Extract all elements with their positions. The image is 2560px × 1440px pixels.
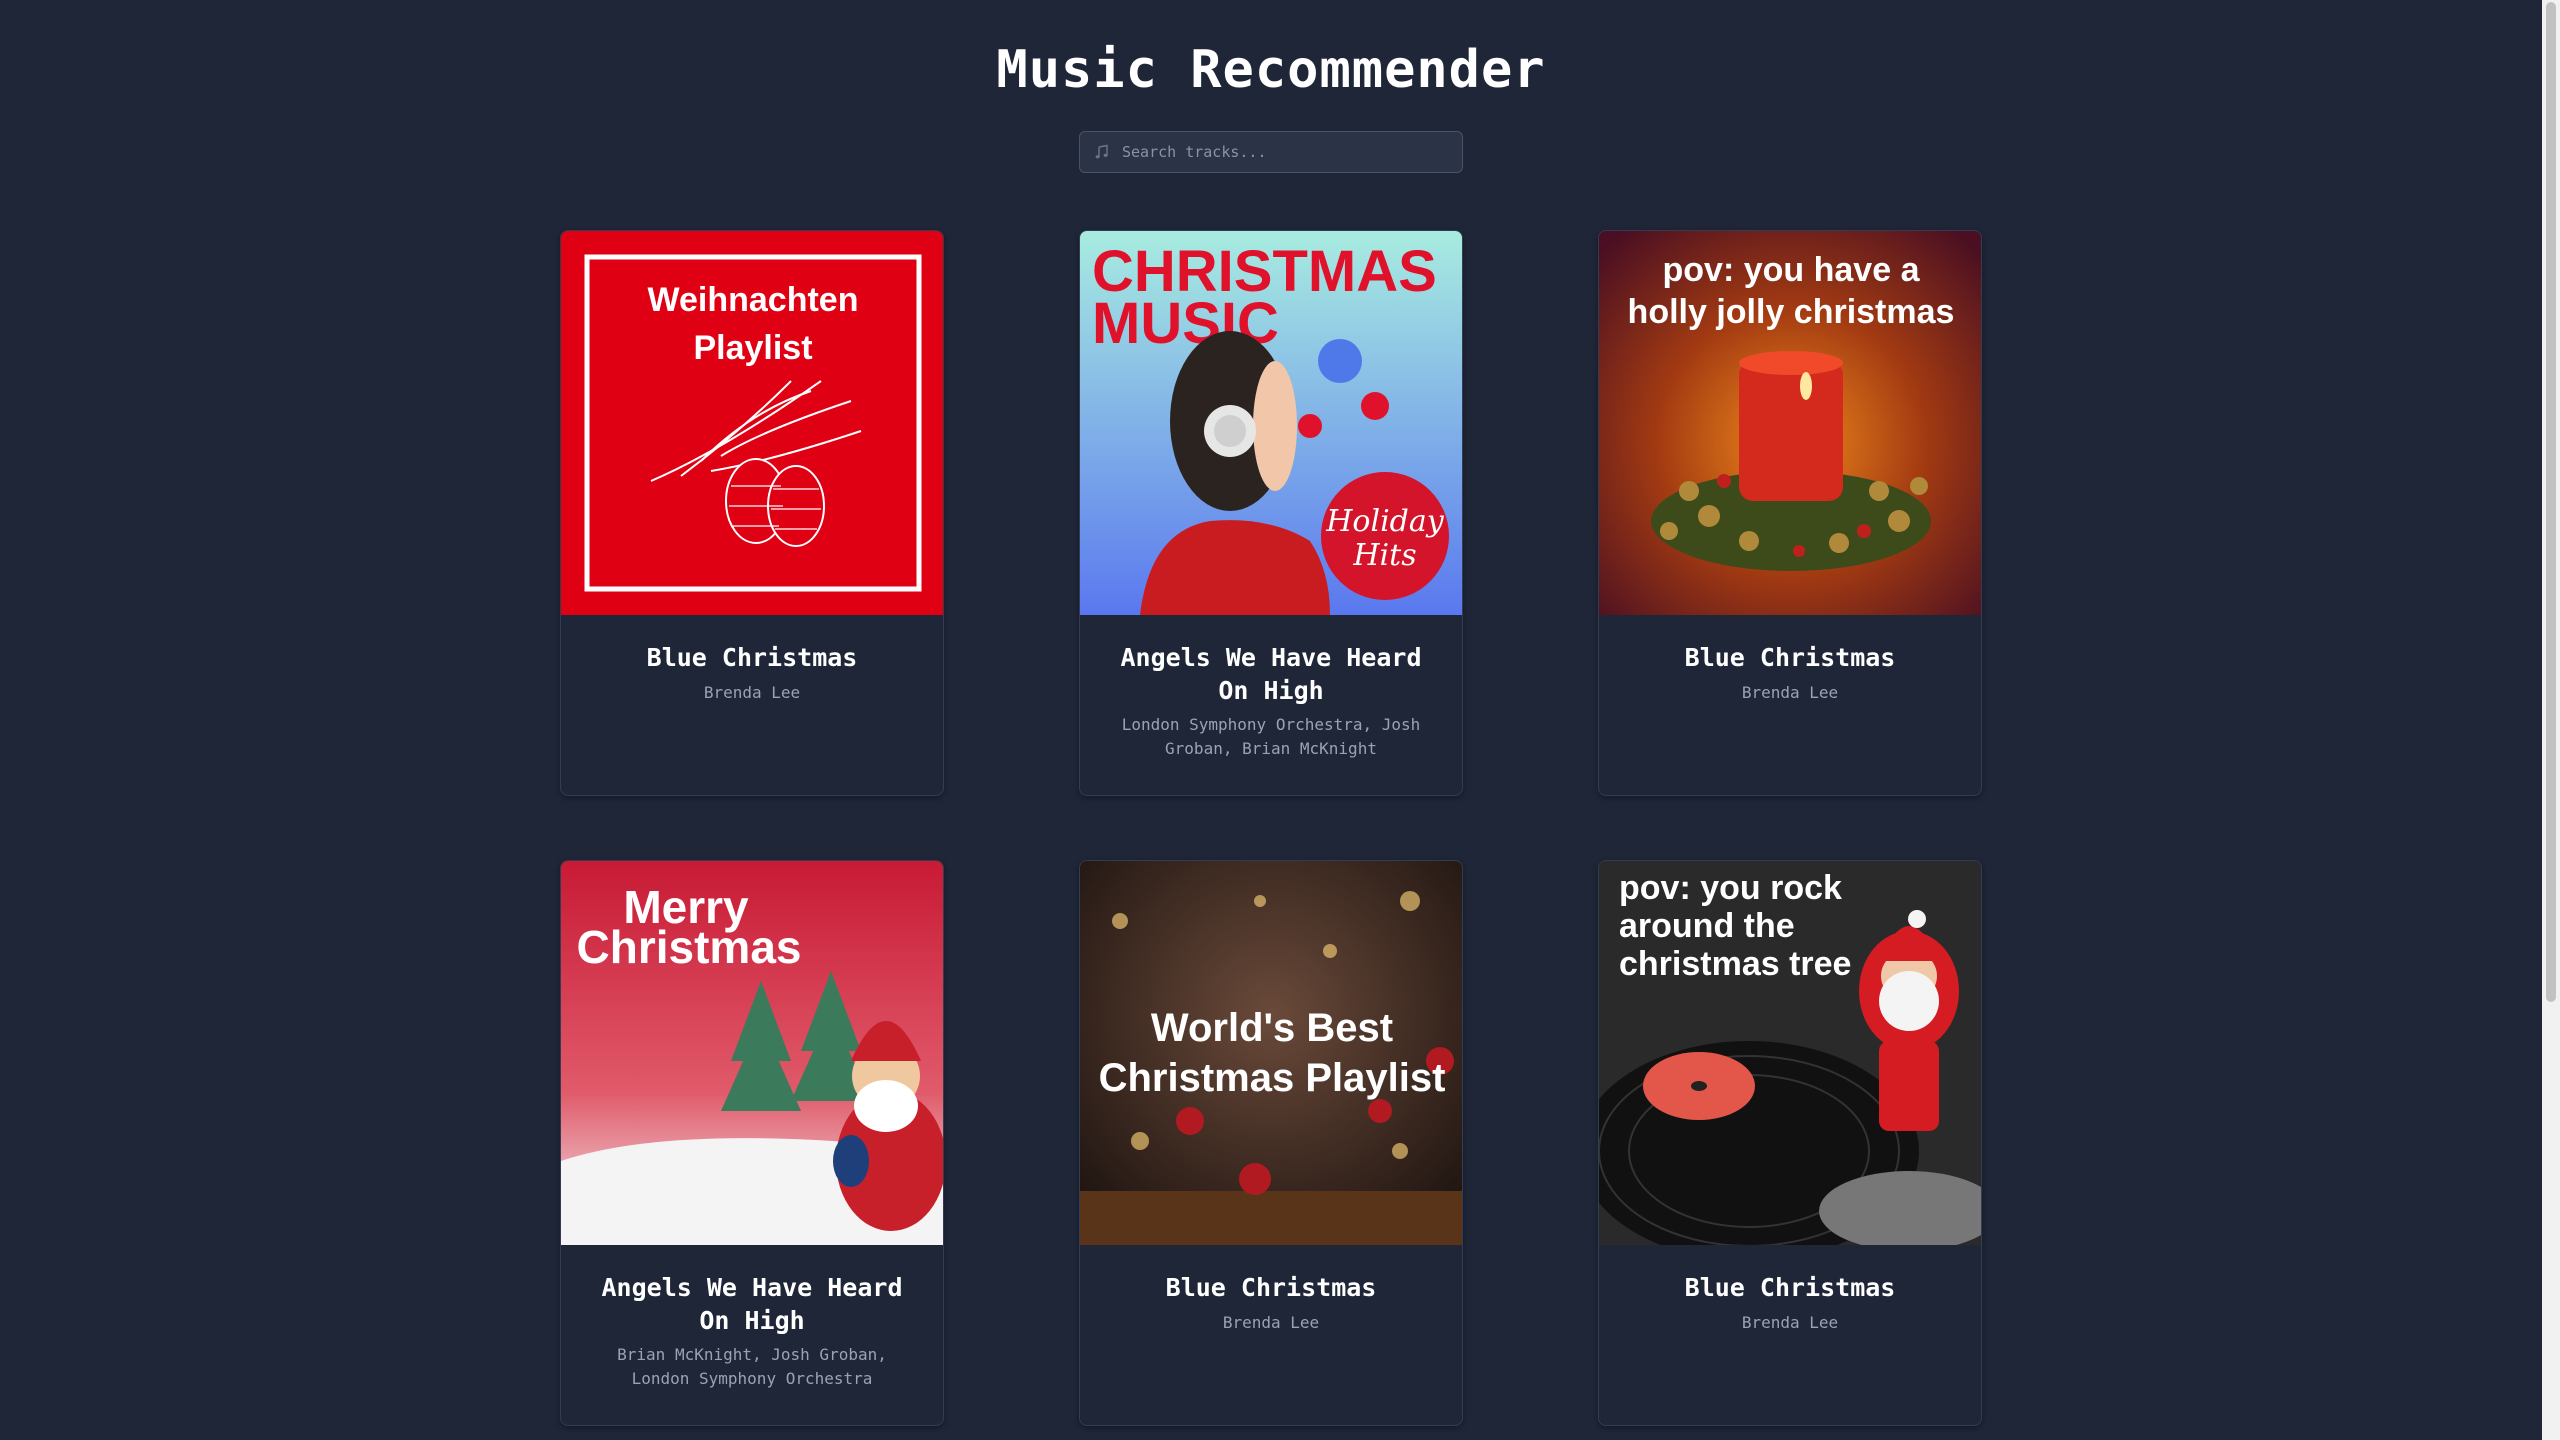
- cover-title-line: around the: [1619, 907, 1795, 945]
- cover-title-line: Christmas: [577, 921, 802, 973]
- track-card[interactable]: World's Best Christmas Playlist Blue Chr…: [1079, 860, 1463, 1426]
- search-bar[interactable]: [1079, 131, 1463, 173]
- album-cover: pov: you have a holly jolly christmas: [1599, 231, 1981, 615]
- album-cover: Merry Christmas: [561, 861, 943, 1245]
- scrollbar-thumb[interactable]: [2546, 2, 2556, 1002]
- cover-title-line: World's Best: [1151, 1006, 1393, 1050]
- track-title: Blue Christmas: [1165, 1273, 1377, 1302]
- cover-title-line: Playlist: [693, 329, 812, 367]
- cover-title-line: christmas tree: [1619, 945, 1851, 983]
- album-cover: CHRISTMAS MUSIC Holiday Hits: [1080, 231, 1462, 615]
- album-cover: World's Best Christmas Playlist: [1080, 861, 1462, 1245]
- track-artist: London Symphony Orchestra, Josh Groban, …: [1121, 715, 1421, 758]
- track-artist: Brian McKnight, Josh Groban, London Symp…: [617, 1345, 887, 1388]
- scrollbar[interactable]: [2542, 0, 2560, 1440]
- album-cover: Weihnachten Playlist: [561, 231, 943, 615]
- track-title: Angels We Have Heard On High: [1120, 643, 1422, 705]
- track-title: Blue Christmas: [646, 643, 858, 672]
- track-title: Angels We Have Heard On High: [601, 1273, 903, 1335]
- page-title: Music Recommender: [996, 40, 1546, 100]
- cover-title-line: pov: you rock: [1619, 869, 1842, 907]
- track-title: Blue Christmas: [1684, 643, 1896, 672]
- track-artist: Brenda Lee: [1741, 683, 1839, 702]
- page: Music Recommender Weihnachten Playlist: [0, 0, 2560, 1440]
- track-card[interactable]: pov: you rock around the christmas tree: [1598, 860, 1982, 1426]
- album-cover: pov: you rock around the christmas tree: [1599, 861, 1981, 1245]
- search-input[interactable]: [1120, 142, 1462, 162]
- cover-title-line: Weihnachten: [648, 281, 859, 319]
- track-artist: Brenda Lee: [1222, 1313, 1320, 1332]
- track-card[interactable]: CHRISTMAS MUSIC Holiday Hits Angels We H…: [1079, 230, 1463, 796]
- track-title: Blue Christmas: [1684, 1273, 1896, 1302]
- cover-title-line: pov: you have a: [1663, 251, 1921, 289]
- track-card[interactable]: Weihnachten Playlist Blue Christmas Bren…: [560, 230, 944, 796]
- track-artist: Brenda Lee: [1741, 1313, 1839, 1332]
- cover-badge-line: Hits: [1352, 538, 1416, 573]
- track-card[interactable]: Merry Christmas Angels We Have Heard On: [560, 860, 944, 1426]
- cover-title-line: Christmas Playlist: [1099, 1056, 1446, 1100]
- track-artist: Brenda Lee: [703, 683, 801, 702]
- cover-title-line: holly jolly christmas: [1628, 293, 1955, 331]
- music-note-icon: [1094, 144, 1110, 160]
- track-card[interactable]: pov: you have a holly jolly christmas Bl…: [1598, 230, 1982, 796]
- cover-badge-line: Holiday: [1325, 504, 1445, 539]
